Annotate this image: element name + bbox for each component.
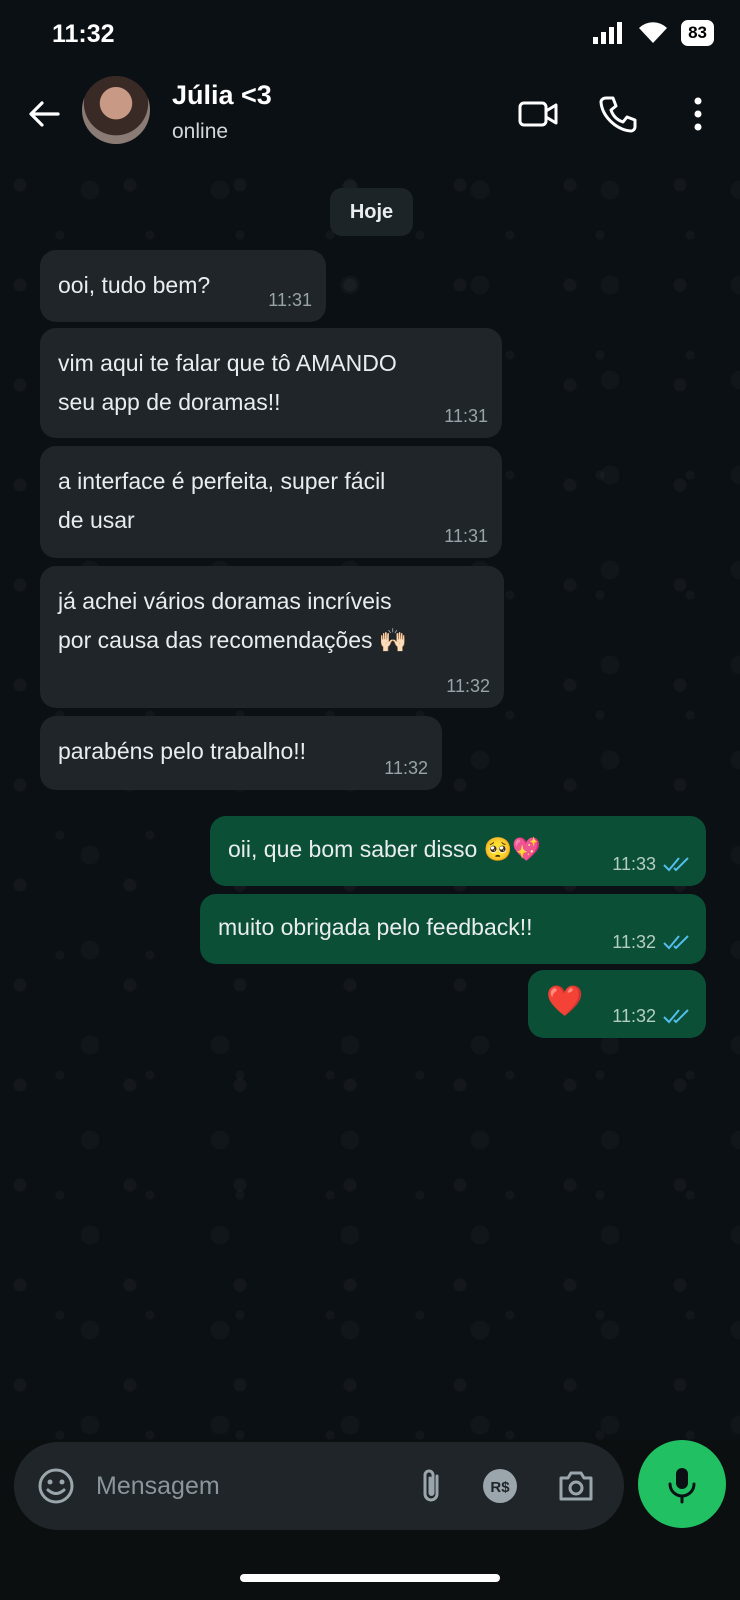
message-time: 11:32 [612,932,656,952]
message-bubble-incoming[interactable]: ooi, tudo bem? 11:31 [40,250,326,322]
chat-header: Júlia <3 online [0,72,740,166]
message-text: por causa das recomendações 🙌🏻 [58,627,408,653]
status-bar: 11:32 83 [0,0,740,72]
message-meta: 11:31 [268,290,312,310]
message-bubble-incoming[interactable]: parabéns pelo trabalho!! 11:32 [40,716,442,790]
message-time: 11:31 [444,526,488,546]
message-text: já achei vários doramas incríveis [58,588,392,614]
phone-icon[interactable] [596,92,640,136]
read-ticks-icon [663,1009,689,1024]
battery-indicator: 83 [681,20,714,46]
emoji-icon[interactable] [34,1464,78,1508]
message-text: parabéns pelo trabalho!! [58,738,307,764]
message-meta: 11:31 [444,526,488,546]
contact-presence: online [172,120,229,143]
message-time: 11:31 [444,406,488,426]
contact-name[interactable]: Júlia <3 [172,80,272,111]
message-time: 11:32 [446,676,490,696]
message-bubble-outgoing[interactable]: ❤️ 11:32 [528,970,706,1038]
message-text: vim aqui te falar que tô AMANDO [58,350,397,376]
message-composer: Mensagem R$ [14,1442,624,1530]
message-bubble-incoming[interactable]: já achei vários doramas incríveis por ca… [40,566,504,708]
message-meta: 11:32 [612,1006,692,1026]
message-bubble-outgoing[interactable]: oii, que bom saber disso 🥺💖 11:33 [210,816,706,886]
avatar[interactable] [82,76,150,144]
message-bubble-incoming[interactable]: vim aqui te falar que tô AMANDO seu app … [40,328,502,438]
status-icons: 83 [593,20,714,46]
message-text: de usar [58,507,135,533]
message-meta: 11:32 [612,932,692,952]
message-bubble-incoming[interactable]: a interface é perfeita, super fácil de u… [40,446,502,558]
message-text: seu app de doramas!! [58,389,281,415]
more-vert-icon[interactable] [676,92,720,136]
pix-payment-icon[interactable]: R$ [478,1464,522,1508]
message-meta: 11:33 [612,854,692,874]
mic-button[interactable] [638,1440,726,1528]
status-time: 11:32 [52,20,115,48]
paperclip-icon[interactable] [410,1464,454,1508]
signal-icon [593,22,623,44]
message-bubble-outgoing[interactable]: muito obrigada pelo feedback!! 11:32 [200,894,706,964]
message-meta: 11:31 [444,406,488,426]
message-time: 11:33 [612,854,656,874]
date-separator: Hoje [330,188,413,236]
message-input[interactable]: Mensagem [96,1442,220,1530]
message-time: 11:32 [612,1006,656,1026]
video-call-icon[interactable] [516,92,560,136]
read-ticks-icon [663,935,689,950]
message-text: a interface é perfeita, super fácil [58,468,386,494]
arrow-left-icon[interactable] [24,94,64,134]
camera-icon[interactable] [554,1464,598,1508]
message-time: 11:32 [384,758,428,778]
home-indicator[interactable] [240,1574,500,1582]
mic-icon [668,1468,696,1504]
wifi-icon [639,22,668,43]
svg-text:R$: R$ [490,1479,510,1496]
message-meta: 11:32 [384,758,428,778]
message-meta: 11:32 [446,676,490,696]
message-time: 11:31 [268,290,312,310]
read-ticks-icon [663,857,689,872]
